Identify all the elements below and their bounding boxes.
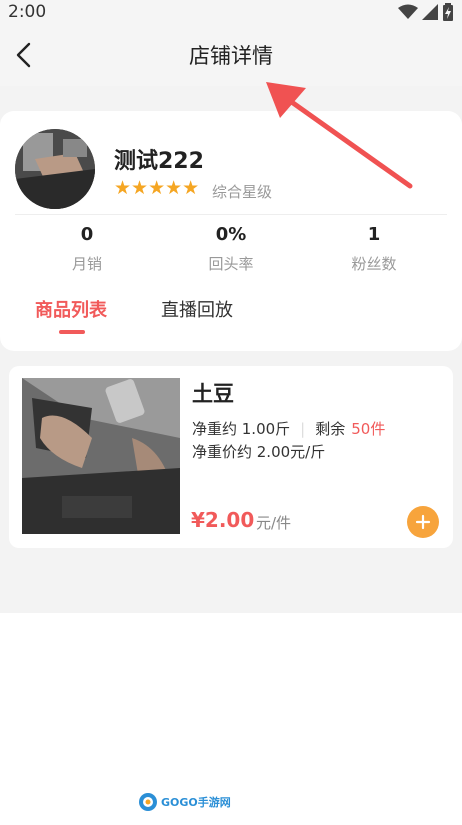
net-weight: 净重约 1.00斤 xyxy=(192,420,291,438)
tab-live-replay[interactable]: 直播回放 xyxy=(161,296,233,322)
status-icons xyxy=(398,3,454,21)
signal-icon xyxy=(422,4,438,20)
status-time: 2:00 xyxy=(8,2,47,22)
product-net-price-row: 净重价约 2.00元/斤 xyxy=(192,441,325,462)
stat-monthly-sales: 0 月销 xyxy=(27,224,147,274)
stat-label: 粉丝数 xyxy=(351,255,397,273)
stat-return-rate: 0% 回头率 xyxy=(171,224,291,274)
add-to-cart-button[interactable] xyxy=(407,506,439,538)
stock-value: 50件 xyxy=(351,420,386,438)
shop-name: 测试222 xyxy=(114,149,204,174)
tab-active-indicator xyxy=(59,330,85,334)
spec-separator: | xyxy=(300,419,306,438)
page-title: 店铺详情 xyxy=(189,44,273,68)
wifi-icon xyxy=(398,4,418,19)
watermark-logo-icon xyxy=(139,793,157,811)
rating-stars: ★★★★★ xyxy=(114,177,200,199)
stock-label: 剩余 xyxy=(315,420,346,438)
net-price: 净重价约 2.00元/斤 xyxy=(192,443,326,461)
stat-fans: 1 粉丝数 xyxy=(314,224,434,274)
product-spec-row: 净重约 1.00斤 | 剩余 50件 xyxy=(192,418,385,439)
product-name: 土豆 xyxy=(192,382,234,406)
plus-icon xyxy=(415,514,431,530)
product-price-unit: 元/件 xyxy=(256,514,292,532)
annotation-arrow-icon xyxy=(266,82,413,189)
watermark: GOGO手游网 xyxy=(138,792,231,812)
tab-product-list[interactable]: 商品列表 xyxy=(35,296,107,322)
stat-value: 1 xyxy=(367,224,381,245)
stat-value: 0 xyxy=(80,224,94,245)
product-card[interactable]: 土豆 净重约 1.00斤 | 剩余 50件 净重价约 2.00元/斤 ¥2.00… xyxy=(9,366,453,548)
stat-label: 回头率 xyxy=(208,255,254,273)
product-price: ¥2.00 xyxy=(191,508,255,532)
shop-avatar xyxy=(15,129,95,209)
stat-label: 月销 xyxy=(71,255,102,273)
product-image xyxy=(22,378,180,534)
status-bar: 2:00 xyxy=(0,0,462,24)
divider xyxy=(15,214,447,215)
battery-icon xyxy=(443,3,453,21)
watermark-text: GOGO手游网 xyxy=(161,796,231,809)
stat-value: 0% xyxy=(215,224,247,245)
